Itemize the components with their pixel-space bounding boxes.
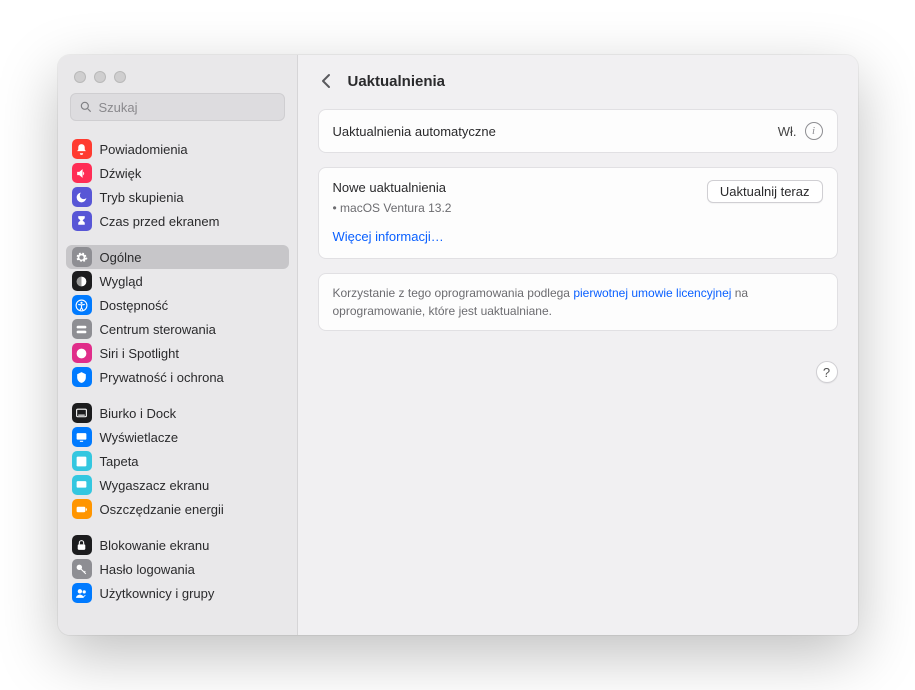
sidebar-item-label: Dostępność [100, 298, 169, 313]
lock-icon [72, 535, 92, 555]
auto-updates-row[interactable]: Uaktualnienia automatyczne Wł. i [319, 110, 837, 152]
dock-icon [72, 403, 92, 423]
window-controls [58, 55, 297, 93]
screensaver-icon [72, 475, 92, 495]
update-item-label: macOS Ventura 13.2 [340, 201, 451, 215]
sidebar-item-tapeta[interactable]: Tapeta [66, 449, 289, 473]
bell-icon [72, 139, 92, 159]
accessibility-icon [72, 295, 92, 315]
page-title: Uaktualnienia [348, 73, 446, 90]
zoom-window-button[interactable] [114, 71, 126, 83]
sidebar-item-prywatno-i-ochrona[interactable]: Prywatność i ochrona [66, 365, 289, 389]
search-icon [79, 100, 93, 114]
sidebar-item-label: Centrum sterowania [100, 322, 216, 337]
sidebar-item-label: Tapeta [100, 454, 139, 469]
appearance-icon [72, 271, 92, 291]
sidebar-item-label: Prywatność i ochrona [100, 370, 224, 385]
sidebar-item-dost-pno-[interactable]: Dostępność [66, 293, 289, 317]
back-button[interactable] [314, 69, 338, 93]
sidebar-item-label: Powiadomienia [100, 142, 188, 157]
auto-updates-card: Uaktualnienia automatyczne Wł. i [318, 109, 838, 153]
content-area: Uaktualnienia automatyczne Wł. i Nowe ua… [298, 105, 858, 365]
close-window-button[interactable] [74, 71, 86, 83]
sidebar-item-wy-wietlacze[interactable]: Wyświetlacze [66, 425, 289, 449]
siri-icon [72, 343, 92, 363]
help-button[interactable]: ? [816, 361, 838, 383]
more-info-link[interactable]: Więcej informacji… [333, 229, 444, 244]
sidebar: Powiadomienia Dźwięk Tryb skupienia Czas pr… [58, 55, 298, 635]
auto-updates-status: Wł. [778, 124, 797, 139]
sidebar-item-u-ytkownicy-i-grupy[interactable]: Użytkownicy i grupy [66, 581, 289, 605]
search-input[interactable] [99, 100, 276, 115]
sidebar-item-has-o-logowania[interactable]: Hasło logowania [66, 557, 289, 581]
sidebar-list: Powiadomienia Dźwięk Tryb skupienia Czas pr… [58, 131, 297, 635]
sidebar-item-wygl-d[interactable]: Wygląd [66, 269, 289, 293]
users-icon [72, 583, 92, 603]
info-icon[interactable]: i [805, 122, 823, 140]
main-header: Uaktualnienia [298, 55, 858, 105]
sidebar-item-biurko-i-dock[interactable]: Biurko i Dock [66, 401, 289, 425]
display-icon [72, 427, 92, 447]
sidebar-item-label: Hasło logowania [100, 562, 195, 577]
sidebar-item-powiadomienia[interactable]: Powiadomienia [66, 137, 289, 161]
sidebar-item-og-lne[interactable]: Ogólne [66, 245, 289, 269]
sidebar-item-label: Biurko i Dock [100, 406, 177, 421]
moon-icon [72, 187, 92, 207]
update-item: • macOS Ventura 13.2 [333, 201, 452, 215]
settings-window: Powiadomienia Dźwięk Tryb skupienia Czas pr… [58, 55, 858, 635]
sidebar-item-siri-i-spotlight[interactable]: Siri i Spotlight [66, 341, 289, 365]
sidebar-item-label: Blokowanie ekranu [100, 538, 210, 553]
sidebar-item-label: Siri i Spotlight [100, 346, 179, 361]
hourglass-icon [72, 211, 92, 231]
update-now-button[interactable]: Uaktualnij teraz [707, 180, 823, 203]
sidebar-item-label: Czas przed ekranem [100, 214, 220, 229]
new-updates-heading: Nowe uaktualnienia [333, 180, 452, 195]
key-icon [72, 559, 92, 579]
sidebar-item-tryb-skupienia[interactable]: Tryb skupienia [66, 185, 289, 209]
legal-pre: Korzystanie z tego oprogramowania podleg… [333, 286, 574, 300]
wallpaper-icon [72, 451, 92, 471]
sidebar-item-label: Użytkownicy i grupy [100, 586, 215, 601]
sidebar-item-label: Wyświetlacze [100, 430, 179, 445]
sidebar-item-czas-przed-ekranem[interactable]: Czas przed ekranem [66, 209, 289, 233]
speaker-icon [72, 163, 92, 183]
legal-card: Korzystanie z tego oprogramowania podleg… [318, 273, 838, 331]
new-updates-card: Nowe uaktualnienia • macOS Ventura 13.2 … [318, 167, 838, 259]
sidebar-item-blokowanie-ekranu[interactable]: Blokowanie ekranu [66, 533, 289, 557]
sidebar-item-label: Ogólne [100, 250, 142, 265]
sidebar-item-label: Tryb skupienia [100, 190, 184, 205]
legal-text: Korzystanie z tego oprogramowania podleg… [319, 274, 837, 330]
sidebar-item-label: Oszczędzanie energii [100, 502, 224, 517]
sidebar-item-oszcz-dzanie-energii[interactable]: Oszczędzanie energii [66, 497, 289, 521]
auto-updates-label: Uaktualnienia automatyczne [333, 124, 496, 139]
search-field[interactable] [70, 93, 285, 121]
hand-icon [72, 367, 92, 387]
sidebar-item-wygaszacz-ekranu[interactable]: Wygaszacz ekranu [66, 473, 289, 497]
switches-icon [72, 319, 92, 339]
sidebar-item-d-wi-k[interactable]: Dźwięk [66, 161, 289, 185]
sidebar-item-label: Wygaszacz ekranu [100, 478, 210, 493]
license-link[interactable]: pierwotnej umowie licencyjnej [573, 286, 731, 300]
gear-icon [72, 247, 92, 267]
minimize-window-button[interactable] [94, 71, 106, 83]
battery-icon [72, 499, 92, 519]
main-panel: Uaktualnienia Uaktualnienia automatyczne… [298, 55, 858, 635]
chevron-left-icon [321, 73, 331, 89]
sidebar-item-label: Wygląd [100, 274, 143, 289]
sidebar-item-label: Dźwięk [100, 166, 142, 181]
sidebar-item-centrum-sterowania[interactable]: Centrum sterowania [66, 317, 289, 341]
